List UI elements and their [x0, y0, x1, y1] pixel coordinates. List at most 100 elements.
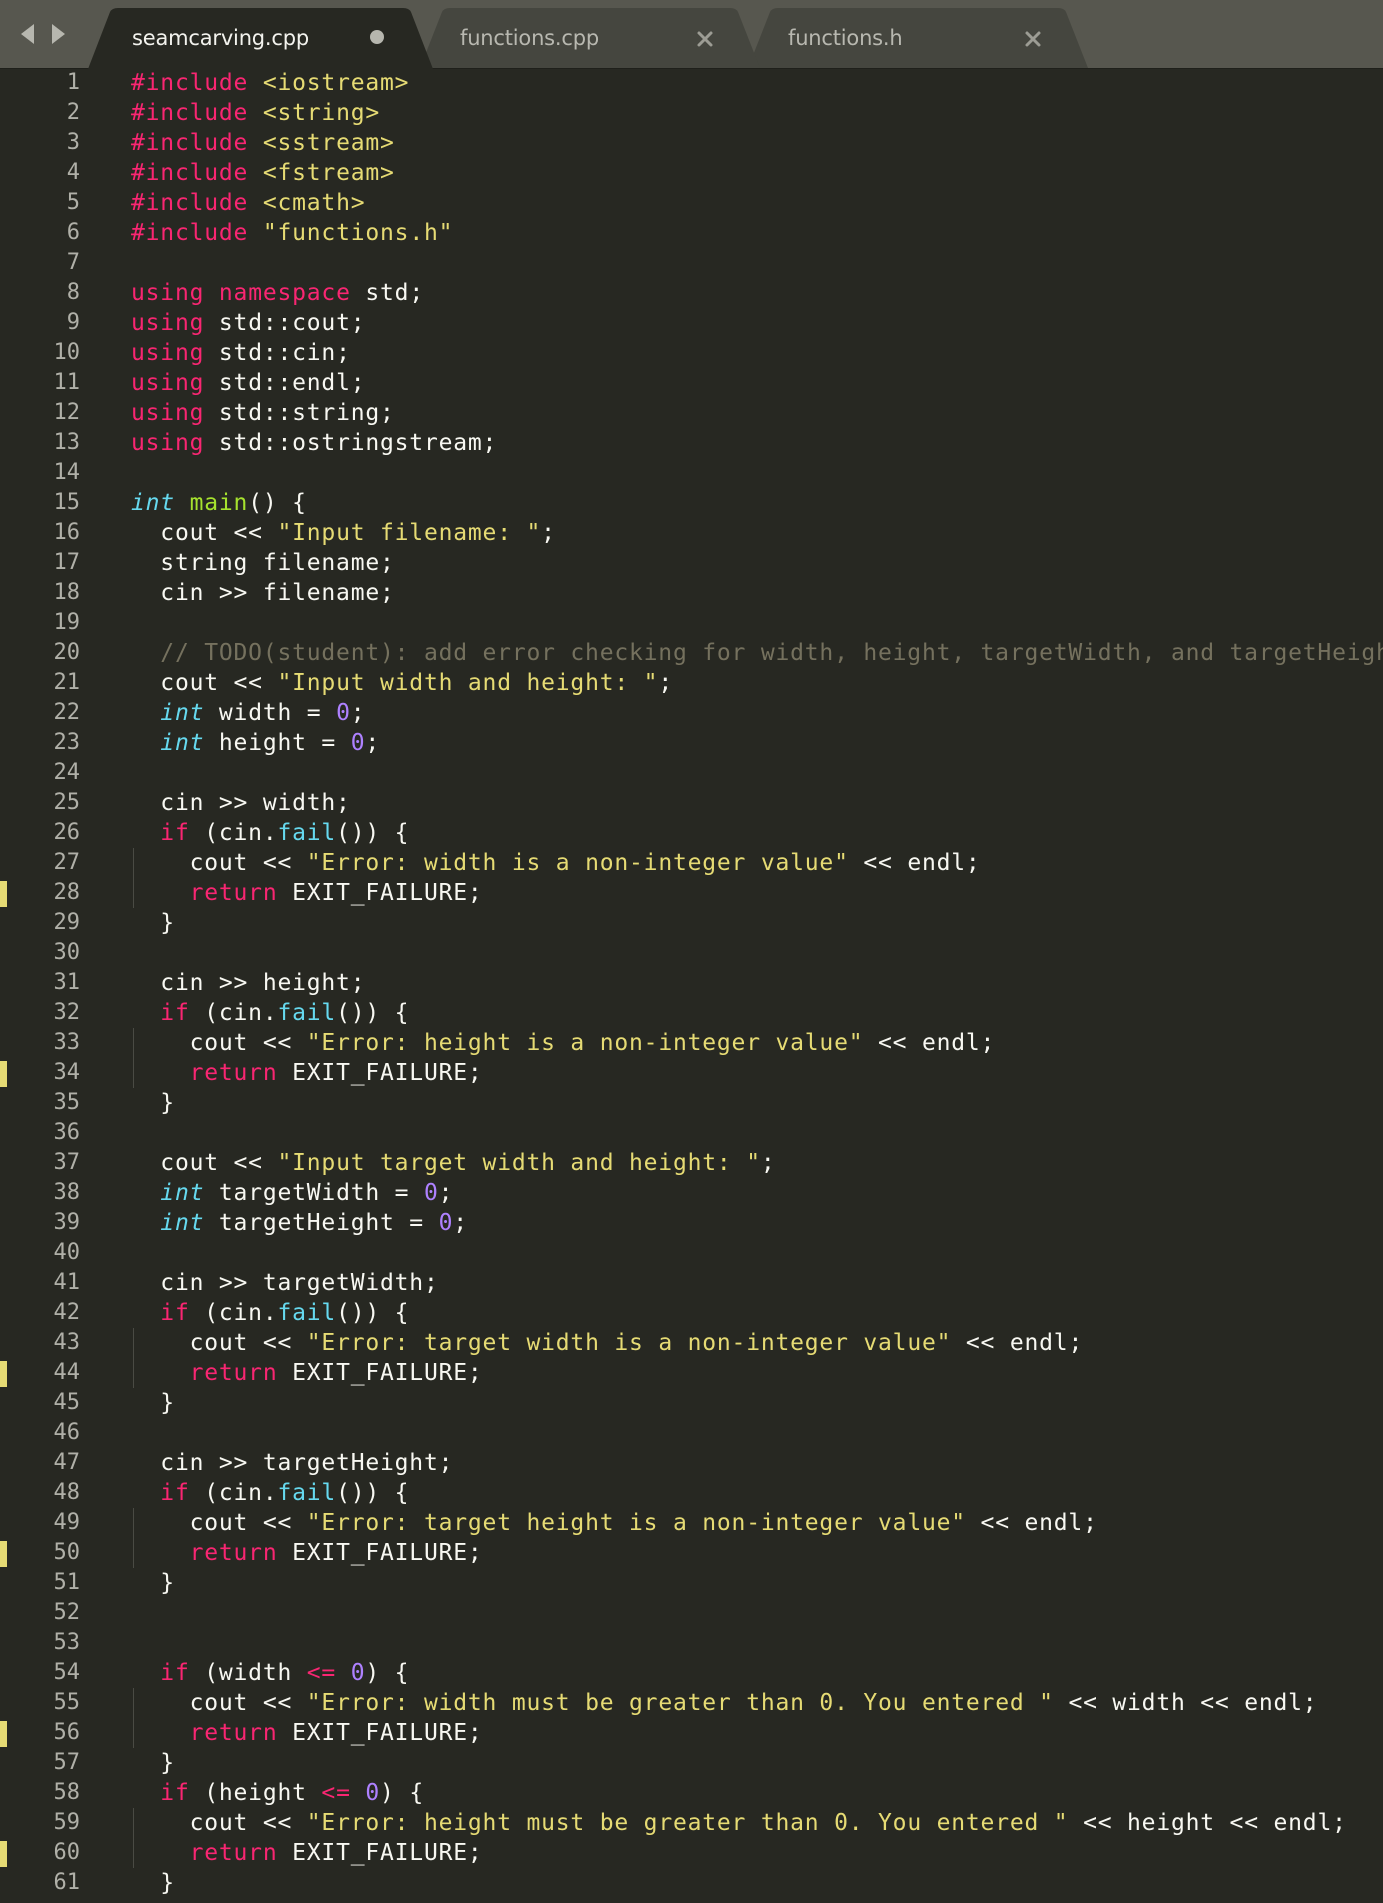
- code-line[interactable]: 61 }: [0, 1868, 1383, 1898]
- code-line[interactable]: 44 return EXIT_FAILURE;: [0, 1358, 1383, 1388]
- code-line[interactable]: 34 return EXIT_FAILURE;: [0, 1058, 1383, 1088]
- triangle-left-icon[interactable]: [18, 20, 38, 48]
- code-token: EXIT_FAILURE;: [277, 1360, 483, 1386]
- code-line[interactable]: 60 return EXIT_FAILURE;: [0, 1838, 1383, 1868]
- code-line[interactable]: 46: [0, 1418, 1383, 1448]
- code-line[interactable]: 47 cin >> targetHeight;: [0, 1448, 1383, 1478]
- code-token: int: [160, 1210, 205, 1236]
- code-token: return: [189, 1360, 278, 1386]
- line-number: 33: [53, 1030, 81, 1055]
- code-line[interactable]: 57 }: [0, 1748, 1383, 1778]
- code-line[interactable]: 53: [0, 1628, 1383, 1658]
- code-line[interactable]: 10 using std::cin;: [0, 338, 1383, 368]
- close-icon[interactable]: [694, 28, 716, 50]
- code-line[interactable]: 42 if (cin.fail()) {: [0, 1298, 1383, 1328]
- tab-functions-h[interactable]: functions.h: [748, 8, 1088, 68]
- code-token: "Input filename: ": [277, 520, 542, 546]
- code-line[interactable]: 11 using std::endl;: [0, 368, 1383, 398]
- code-line[interactable]: 58 if (height <= 0) {: [0, 1778, 1383, 1808]
- code-line[interactable]: 12 using std::string;: [0, 398, 1383, 428]
- triangle-right-icon[interactable]: [48, 20, 68, 48]
- code-line[interactable]: 33 cout << "Error: height is a non-integ…: [0, 1028, 1383, 1058]
- code-token: string filename;: [131, 550, 395, 576]
- code-line[interactable]: 54 if (width <= 0) {: [0, 1658, 1383, 1688]
- unsaved-dot-icon[interactable]: [370, 30, 384, 44]
- code-line[interactable]: 45 }: [0, 1388, 1383, 1418]
- code-text: // TODO(student): add error checking for…: [131, 638, 1383, 668]
- code-line[interactable]: 13 using std::ostringstream;: [0, 428, 1383, 458]
- code-line[interactable]: 32 if (cin.fail()) {: [0, 998, 1383, 1028]
- code-text: cin >> targetWidth;: [131, 1268, 439, 1298]
- code-line[interactable]: 49 cout << "Error: target height is a no…: [0, 1508, 1383, 1538]
- code-token: int: [131, 490, 175, 516]
- code-text: if (cin.fail()) {: [131, 1478, 409, 1508]
- code-line[interactable]: 48 if (cin.fail()) {: [0, 1478, 1383, 1508]
- line-number: 7: [66, 250, 80, 275]
- code-line[interactable]: 20 // TODO(student): add error checking …: [0, 638, 1383, 668]
- code-line[interactable]: 15 int main() {: [0, 488, 1383, 518]
- code-line[interactable]: 27 cout << "Error: width is a non-intege…: [0, 848, 1383, 878]
- tab-seamcarving-cpp[interactable]: seamcarving.cpp: [88, 8, 433, 69]
- code-line[interactable]: 41 cin >> targetWidth;: [0, 1268, 1383, 1298]
- code-line[interactable]: 7: [0, 248, 1383, 278]
- code-line[interactable]: 26 if (cin.fail()) {: [0, 818, 1383, 848]
- code-text: using namespace std;: [131, 278, 424, 308]
- line-number: 49: [53, 1510, 81, 1535]
- code-token: fail: [277, 1480, 337, 1506]
- code-line[interactable]: 18 cin >> filename;: [0, 578, 1383, 608]
- code-line[interactable]: 31 cin >> height;: [0, 968, 1383, 998]
- code-line[interactable]: 30: [0, 938, 1383, 968]
- code-line[interactable]: 56 return EXIT_FAILURE;: [0, 1718, 1383, 1748]
- line-number: 30: [53, 940, 81, 965]
- close-icon[interactable]: [1022, 28, 1044, 50]
- code-line[interactable]: 50 return EXIT_FAILURE;: [0, 1538, 1383, 1568]
- code-line[interactable]: 5 #include <cmath>: [0, 188, 1383, 218]
- code-text: cout << "Error: target height is a non-i…: [131, 1508, 1098, 1538]
- code-line[interactable]: 6 #include "functions.h": [0, 218, 1383, 248]
- code-line[interactable]: 23 int height = 0;: [0, 728, 1383, 758]
- code-line[interactable]: 9 using std::cout;: [0, 308, 1383, 338]
- code-line[interactable]: 24: [0, 758, 1383, 788]
- code-line[interactable]: 25 cin >> width;: [0, 788, 1383, 818]
- code-line[interactable]: 37 cout << "Input target width and heigh…: [0, 1148, 1383, 1178]
- code-line[interactable]: 3 #include <sstream>: [0, 128, 1383, 158]
- code-line[interactable]: 40: [0, 1238, 1383, 1268]
- code-line[interactable]: 51 }: [0, 1568, 1383, 1598]
- line-number: 15: [53, 490, 81, 515]
- code-text: cout << "Error: height is a non-integer …: [131, 1028, 995, 1058]
- code-line[interactable]: 28 return EXIT_FAILURE;: [0, 878, 1383, 908]
- code-line[interactable]: 8 using namespace std;: [0, 278, 1383, 308]
- code-line[interactable]: 36: [0, 1118, 1383, 1148]
- code-line[interactable]: 14: [0, 458, 1383, 488]
- code-line[interactable]: 43 cout << "Error: target width is a non…: [0, 1328, 1383, 1358]
- code-editor[interactable]: 1 #include <iostream> 2 #include <string> 3 #…: [0, 68, 1383, 1903]
- code-token: fail: [277, 1300, 337, 1326]
- code-line[interactable]: 22 int width = 0;: [0, 698, 1383, 728]
- code-line[interactable]: 59 cout << "Error: height must be greate…: [0, 1808, 1383, 1838]
- code-line[interactable]: 35 }: [0, 1088, 1383, 1118]
- code-token: cin >> filename;: [131, 580, 395, 606]
- code-token: if: [160, 1000, 190, 1026]
- code-token: cin >> height;: [131, 970, 366, 996]
- code-line[interactable]: 17 string filename;: [0, 548, 1383, 578]
- line-number: 24: [53, 760, 81, 785]
- code-line[interactable]: 39 int targetHeight = 0;: [0, 1208, 1383, 1238]
- line-number: 10: [53, 340, 81, 365]
- tab-functions-cpp[interactable]: functions.cpp: [420, 8, 760, 68]
- code-line[interactable]: 16 cout << "Input filename: ";: [0, 518, 1383, 548]
- code-text: if (cin.fail()) {: [131, 1298, 409, 1328]
- code-line[interactable]: 38 int targetWidth = 0;: [0, 1178, 1383, 1208]
- code-line[interactable]: 4 #include <fstream>: [0, 158, 1383, 188]
- code-text: return EXIT_FAILURE;: [131, 1838, 483, 1868]
- code-line[interactable]: 2 #include <string>: [0, 98, 1383, 128]
- code-line[interactable]: 1 #include <iostream>: [0, 68, 1383, 98]
- code-line[interactable]: 52: [0, 1598, 1383, 1628]
- code-line[interactable]: 29 }: [0, 908, 1383, 938]
- code-line[interactable]: 55 cout << "Error: width must be greater…: [0, 1688, 1383, 1718]
- code-line[interactable]: 19: [0, 608, 1383, 638]
- code-line[interactable]: 21 cout << "Input width and height: ";: [0, 668, 1383, 698]
- code-token: <fstream>: [262, 160, 395, 186]
